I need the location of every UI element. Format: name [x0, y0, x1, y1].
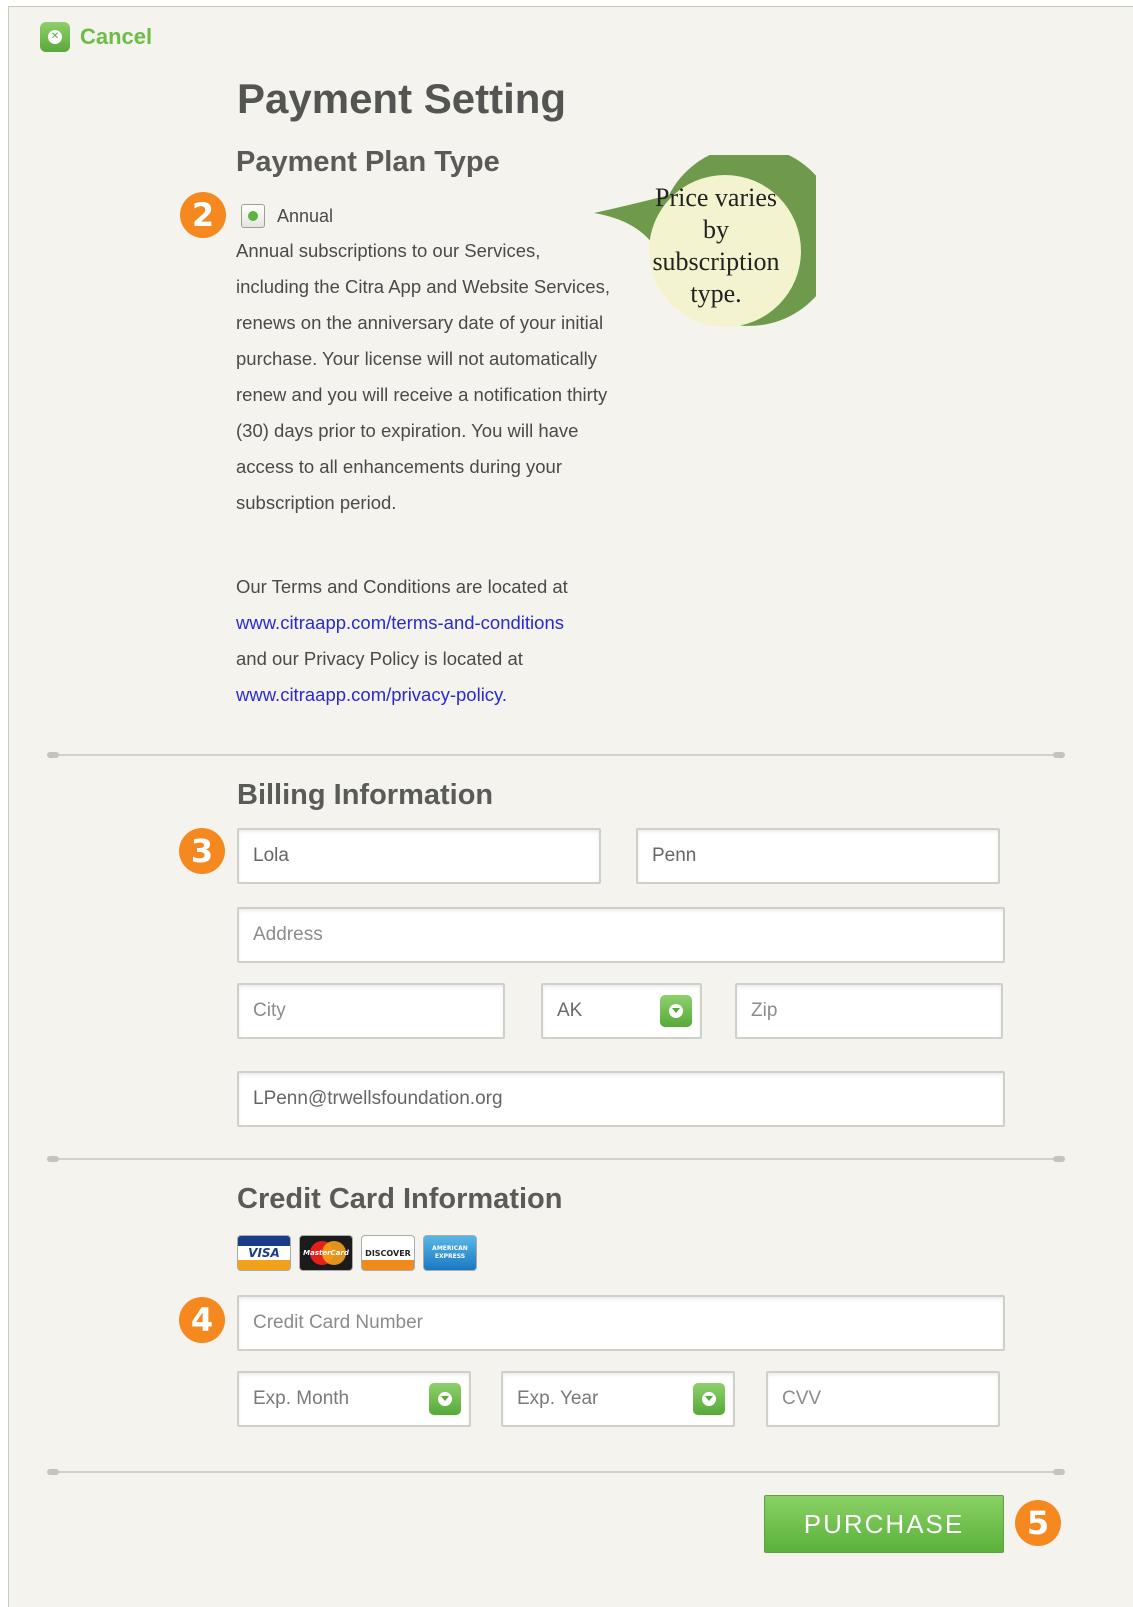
step-4-badge: 4 [179, 1297, 225, 1343]
step-3-badge: 3 [179, 828, 225, 874]
terms-link[interactable]: www.citraapp.com/terms-and-conditions [236, 612, 564, 633]
page-title: Payment Setting [237, 75, 567, 122]
visa-card-icon: VISA [237, 1235, 291, 1271]
section-divider [47, 752, 1065, 758]
billing-heading: Billing Information [237, 779, 494, 811]
exp-month-select[interactable]: Exp. Month [237, 1371, 471, 1427]
address-field[interactable] [237, 907, 1005, 963]
payment-page: ✕ Cancel Payment Setting Payment Plan Ty… [8, 6, 1133, 1607]
amex-card-icon: AMERICAN EXPRESS [423, 1235, 477, 1271]
annual-radio[interactable]: Annual [241, 204, 333, 228]
privacy-link[interactable]: www.citraapp.com/privacy-policy. [236, 684, 507, 705]
cancel-label: Cancel [80, 24, 153, 49]
terms-block: Our Terms and Conditions are located at … [236, 569, 616, 713]
first-name-field[interactable] [237, 828, 601, 884]
card-brand-icons: VISA MasterCard DISCOVER AMERICAN EXPRES… [237, 1235, 477, 1271]
chevron-down-icon[interactable] [693, 1383, 725, 1415]
last-name-field[interactable] [636, 828, 1000, 884]
section-divider [47, 1469, 1065, 1475]
cvv-field[interactable] [766, 1371, 1000, 1427]
privacy-prefix: and our Privacy Policy is located at [236, 648, 523, 669]
cancel-button[interactable]: ✕ Cancel [40, 21, 152, 53]
terms-prefix: Our Terms and Conditions are located at [236, 576, 568, 597]
plan-description: Annual subscriptions to our Services, in… [236, 240, 610, 513]
state-value: AK [557, 1000, 583, 1021]
chevron-down-icon[interactable] [429, 1383, 461, 1415]
radio-selected-dot [248, 211, 258, 221]
callout-text: Price varies by subscription type. [652, 183, 780, 308]
section-divider [47, 1156, 1065, 1162]
credit-card-heading: Credit Card Information [237, 1183, 563, 1215]
mastercard-card-icon: MasterCard [299, 1235, 353, 1271]
payment-plan-heading: Payment Plan Type [236, 146, 500, 178]
credit-card-number-field[interactable] [237, 1295, 1005, 1351]
email-field[interactable] [237, 1071, 1005, 1127]
discover-card-icon: DISCOVER [361, 1235, 415, 1271]
annual-label: Annual [277, 205, 334, 226]
purchase-button[interactable]: PURCHASE [764, 1495, 1004, 1553]
exp-year-select[interactable]: Exp. Year [501, 1371, 735, 1427]
zip-field[interactable] [735, 983, 1003, 1039]
exp-year-placeholder: Exp. Year [517, 1388, 599, 1409]
step-5-badge: 5 [1015, 1500, 1061, 1546]
state-select[interactable]: AK [541, 983, 702, 1039]
step-2-badge: 2 [180, 192, 226, 238]
radio-button[interactable] [241, 204, 265, 228]
chevron-down-icon[interactable] [660, 995, 692, 1027]
close-icon: ✕ [40, 22, 70, 52]
city-field[interactable] [237, 983, 505, 1039]
exp-month-placeholder: Exp. Month [253, 1388, 350, 1409]
